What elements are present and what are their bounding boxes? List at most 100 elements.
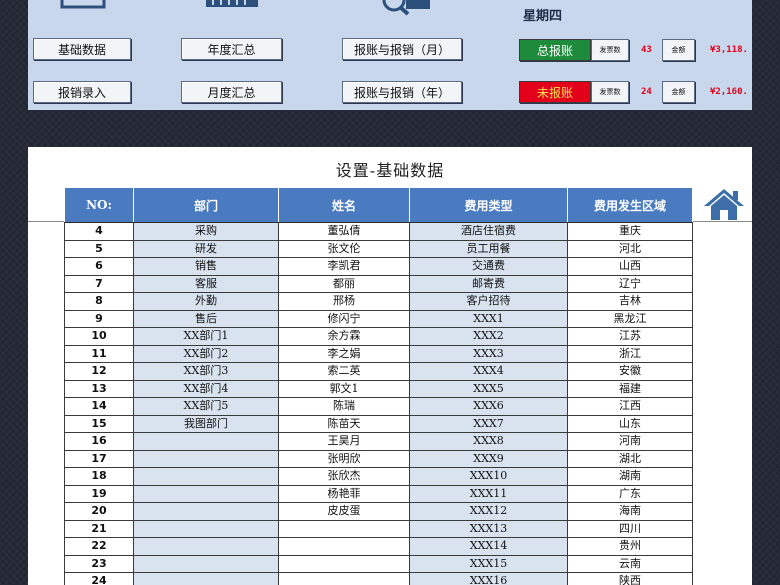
- cell-department[interactable]: 售后: [133, 309, 279, 328]
- cell-region[interactable]: 广东: [567, 484, 693, 503]
- cell-no[interactable]: 21: [64, 519, 134, 538]
- cell-name[interactable]: 张欣杰: [278, 467, 410, 486]
- cell-no[interactable]: 9: [64, 309, 134, 328]
- cell-region[interactable]: 湖南: [567, 467, 693, 486]
- bar-chart-icon[interactable]: [206, 0, 258, 8]
- cell-region[interactable]: 陕西: [567, 572, 693, 585]
- cell-department[interactable]: [133, 502, 279, 521]
- cell-name[interactable]: 索二英: [278, 362, 410, 381]
- cell-department[interactable]: XX部门2: [133, 344, 279, 363]
- cell-expense-type[interactable]: XXX9: [409, 449, 568, 468]
- cell-name[interactable]: 余方霖: [278, 327, 410, 346]
- cell-name[interactable]: [278, 572, 410, 585]
- cell-region[interactable]: 重庆: [567, 222, 693, 241]
- cell-department[interactable]: 研发: [133, 239, 279, 258]
- cell-department[interactable]: 客服: [133, 274, 279, 293]
- amount-label[interactable]: 金额: [662, 39, 695, 61]
- cell-name[interactable]: 王昊月: [278, 432, 410, 451]
- cell-no[interactable]: 22: [64, 537, 134, 556]
- cell-name[interactable]: 李凯君: [278, 257, 410, 276]
- cell-no[interactable]: 5: [64, 239, 134, 258]
- cell-no[interactable]: 4: [64, 222, 134, 241]
- cell-expense-type[interactable]: XXX2: [409, 327, 568, 346]
- cell-expense-type[interactable]: XXX10: [409, 467, 568, 486]
- cell-region[interactable]: 云南: [567, 554, 693, 573]
- cell-expense-type[interactable]: XXX11: [409, 484, 568, 503]
- cell-region[interactable]: 福建: [567, 379, 693, 398]
- cell-name[interactable]: [278, 537, 410, 556]
- invoice-count-label[interactable]: 发票数: [591, 81, 629, 103]
- cell-expense-type[interactable]: 邮寄费: [409, 274, 568, 293]
- cell-region[interactable]: 辽宁: [567, 274, 693, 293]
- invoice-count-label[interactable]: 发票数: [591, 39, 629, 61]
- cell-name[interactable]: 陈瑞: [278, 397, 410, 416]
- cell-name[interactable]: 邢杨: [278, 292, 410, 311]
- column-header-name[interactable]: 姓名: [278, 187, 410, 223]
- home-icon[interactable]: [704, 187, 744, 221]
- cell-department[interactable]: [133, 432, 279, 451]
- amount-label[interactable]: 金额: [662, 81, 695, 103]
- cell-department[interactable]: 销售: [133, 257, 279, 276]
- cell-expense-type[interactable]: XXX1: [409, 309, 568, 328]
- cell-department[interactable]: [133, 467, 279, 486]
- cell-region[interactable]: 山东: [567, 414, 693, 433]
- cell-department[interactable]: 我图部门: [133, 414, 279, 433]
- cell-name[interactable]: 张明欣: [278, 449, 410, 468]
- cell-department[interactable]: [133, 572, 279, 585]
- cell-no[interactable]: 10: [64, 327, 134, 346]
- column-header-no[interactable]: NO:: [64, 187, 134, 223]
- cell-no[interactable]: 20: [64, 502, 134, 521]
- reimbursement-entry-button[interactable]: 报销录入: [33, 81, 131, 103]
- cell-expense-type[interactable]: XXX14: [409, 537, 568, 556]
- cell-expense-type[interactable]: XXX8: [409, 432, 568, 451]
- cell-no[interactable]: 17: [64, 449, 134, 468]
- cell-name[interactable]: 陈苗天: [278, 414, 410, 433]
- cell-name[interactable]: [278, 519, 410, 538]
- cell-region[interactable]: 江西: [567, 397, 693, 416]
- cell-department[interactable]: [133, 537, 279, 556]
- reimburse-year-button[interactable]: 报账与报销（年）: [342, 81, 462, 103]
- cell-name[interactable]: 都丽: [278, 274, 410, 293]
- cell-department[interactable]: XX部门3: [133, 362, 279, 381]
- cell-no[interactable]: 18: [64, 467, 134, 486]
- cell-name[interactable]: 李之娟: [278, 344, 410, 363]
- cell-region[interactable]: 湖北: [567, 449, 693, 468]
- cell-department[interactable]: 采购: [133, 222, 279, 241]
- cell-name[interactable]: 郭文1: [278, 379, 410, 398]
- cell-department[interactable]: [133, 449, 279, 468]
- cell-expense-type[interactable]: 交通费: [409, 257, 568, 276]
- cell-department[interactable]: [133, 484, 279, 503]
- search-magnifier-icon[interactable]: [378, 0, 434, 16]
- cell-name[interactable]: [278, 554, 410, 573]
- column-header-expense-type[interactable]: 费用类型: [409, 187, 568, 223]
- cell-expense-type[interactable]: XXX5: [409, 379, 568, 398]
- cell-region[interactable]: 四川: [567, 519, 693, 538]
- cell-expense-type[interactable]: 员工用餐: [409, 239, 568, 258]
- cell-department[interactable]: XX部门1: [133, 327, 279, 346]
- cell-region[interactable]: 浙江: [567, 344, 693, 363]
- cell-expense-type[interactable]: XXX7: [409, 414, 568, 433]
- cell-expense-type[interactable]: XXX15: [409, 554, 568, 573]
- monitor-icon[interactable]: [60, 0, 106, 10]
- cell-region[interactable]: 贵州: [567, 537, 693, 556]
- cell-expense-type[interactable]: XXX4: [409, 362, 568, 381]
- column-header-region[interactable]: 费用发生区域: [567, 187, 693, 223]
- cell-department[interactable]: XX部门5: [133, 397, 279, 416]
- cell-expense-type[interactable]: XXX16: [409, 572, 568, 585]
- cell-name[interactable]: 皮皮蛋: [278, 502, 410, 521]
- reimburse-month-button[interactable]: 报账与报销（月）: [342, 38, 462, 60]
- cell-expense-type[interactable]: XXX12: [409, 502, 568, 521]
- cell-no[interactable]: 13: [64, 379, 134, 398]
- cell-expense-type[interactable]: XXX3: [409, 344, 568, 363]
- cell-region[interactable]: 山西: [567, 257, 693, 276]
- column-header-department[interactable]: 部门: [133, 187, 279, 223]
- cell-no[interactable]: 16: [64, 432, 134, 451]
- cell-no[interactable]: 6: [64, 257, 134, 276]
- cell-region[interactable]: 河北: [567, 239, 693, 258]
- cell-region[interactable]: 安徽: [567, 362, 693, 381]
- cell-no[interactable]: 7: [64, 274, 134, 293]
- cell-name[interactable]: 修闪宁: [278, 309, 410, 328]
- cell-no[interactable]: 23: [64, 554, 134, 573]
- cell-no[interactable]: 24: [64, 572, 134, 585]
- cell-expense-type[interactable]: XXX13: [409, 519, 568, 538]
